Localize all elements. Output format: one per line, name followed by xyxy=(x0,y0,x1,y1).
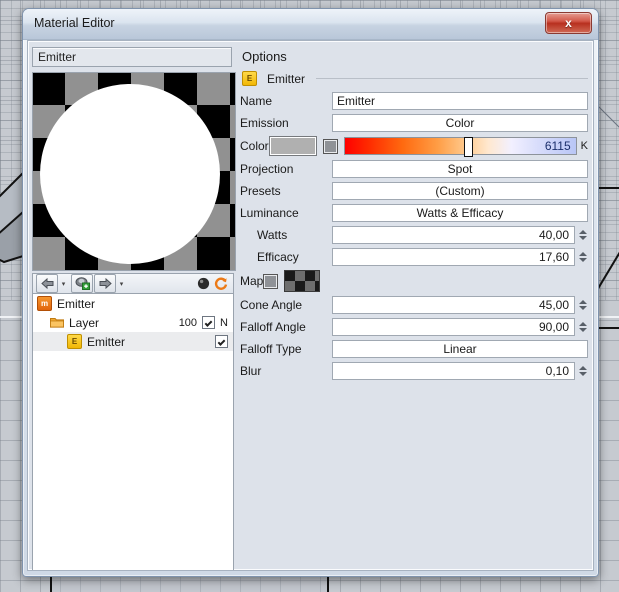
row-falloff-angle: Falloff Angle 90,00 xyxy=(240,318,588,336)
falloff-angle-stepper[interactable] xyxy=(577,318,588,336)
tree-toolbar: ▾ ▾ xyxy=(32,273,234,294)
blur-label: Blur xyxy=(240,364,262,378)
luminance-label: Luminance xyxy=(240,206,299,220)
refresh-icon[interactable] xyxy=(214,277,228,291)
name-input[interactable]: Emitter xyxy=(332,92,588,110)
material-name-input[interactable]: Emitter xyxy=(32,47,232,67)
forward-arrow-icon xyxy=(99,278,112,289)
back-button[interactable] xyxy=(36,274,58,293)
left-panel: Emitter ▾ ▾ m Emitter Layer 100 N E Emit… xyxy=(32,47,236,570)
preview-sphere xyxy=(40,84,220,264)
color-swatch[interactable] xyxy=(268,136,317,156)
layer-tree[interactable]: m Emitter Layer 100 N E Emitter xyxy=(32,293,234,570)
window-client-area: Emitter ▾ ▾ m Emitter Layer 100 N E Emit… xyxy=(27,40,594,571)
folder-icon xyxy=(50,317,64,328)
back-arrow-icon xyxy=(40,278,53,289)
row-watts: Watts 40,00 xyxy=(240,226,588,244)
preview-sphere-icon[interactable] xyxy=(197,277,210,290)
emitter-icon: E xyxy=(242,71,257,86)
viewport-object-right xyxy=(596,92,619,382)
cone-angle-label: Cone Angle xyxy=(240,298,303,312)
row-emission: Emission Color xyxy=(240,114,588,132)
options-panel: Options E Emitter Name Emitter Emission … xyxy=(240,47,588,563)
row-name: Name Emitter xyxy=(240,92,588,110)
kelvin-value: 6115 xyxy=(544,139,571,153)
emitter-section-header: E Emitter xyxy=(242,71,588,86)
presets-label: Presets xyxy=(240,184,281,198)
row-blur: Blur 0,10 xyxy=(240,362,588,380)
tree-row[interactable]: E Emitter xyxy=(33,332,233,351)
tree-item-label: Emitter xyxy=(57,296,96,311)
projection-label: Projection xyxy=(240,162,294,176)
window-titlebar[interactable]: Material Editor x xyxy=(23,9,598,40)
add-layer-icon xyxy=(75,277,90,290)
kelvin-unit-label: K xyxy=(580,140,588,152)
forward-dropdown-caret[interactable]: ▾ xyxy=(117,275,126,292)
color-picker-button[interactable] xyxy=(322,138,338,154)
tree-row-controls[interactable] xyxy=(215,335,228,348)
falloff-type-label: Falloff Type xyxy=(240,342,302,356)
falloff-angle-label: Falloff Angle xyxy=(240,320,306,334)
section-divider xyxy=(316,78,588,79)
close-icon: x xyxy=(565,16,572,30)
cone-angle-input[interactable]: 45,00 xyxy=(332,296,575,314)
close-button[interactable]: x xyxy=(545,12,592,34)
falloff-type-dropdown[interactable]: Linear xyxy=(332,340,588,358)
efficacy-label: Efficacy xyxy=(257,250,299,264)
add-layer-button[interactable] xyxy=(71,274,93,293)
tree-row-controls[interactable]: 100 N xyxy=(179,316,228,329)
projection-dropdown[interactable]: Spot xyxy=(332,160,588,178)
row-projection: Projection Spot xyxy=(240,160,588,178)
watts-stepper[interactable] xyxy=(577,226,588,244)
row-falloff-type: Falloff Type Linear xyxy=(240,340,588,358)
back-dropdown-caret[interactable]: ▾ xyxy=(59,275,68,292)
emission-dropdown[interactable]: Color xyxy=(332,114,588,132)
blur-input[interactable]: 0,10 xyxy=(332,362,575,380)
kelvin-slider[interactable]: 6115 xyxy=(343,137,577,157)
layer-opacity-value: 100 xyxy=(178,316,198,329)
tree-item-label: Emitter xyxy=(87,334,126,349)
layer-visibility-checkbox[interactable] xyxy=(202,316,216,329)
presets-dropdown[interactable]: (Custom) xyxy=(332,182,588,200)
layer-mode-flag: N xyxy=(220,316,228,329)
cone-angle-stepper[interactable] xyxy=(577,296,588,314)
material-icon: m xyxy=(37,296,52,311)
falloff-angle-input[interactable]: 90,00 xyxy=(332,318,575,336)
emission-label: Emission xyxy=(240,116,289,130)
emitter-section-title: Emitter xyxy=(267,71,306,86)
efficacy-input[interactable]: 17,60 xyxy=(332,248,575,266)
efficacy-stepper[interactable] xyxy=(577,248,588,266)
tree-row[interactable]: m Emitter xyxy=(33,294,233,313)
row-efficacy: Efficacy 17,60 xyxy=(240,248,588,266)
tree-row[interactable]: Layer 100 N xyxy=(33,313,233,332)
window-title: Material Editor xyxy=(34,16,115,30)
material-editor-window: Material Editor x Emitter ▾ ▾ m Emitter … xyxy=(22,8,599,577)
name-label: Name xyxy=(240,94,273,108)
blur-stepper[interactable] xyxy=(577,362,588,380)
color-label: Color xyxy=(240,139,269,153)
map-thumbnail[interactable] xyxy=(284,270,321,292)
map-toggle-button[interactable] xyxy=(263,273,279,289)
row-luminance: Luminance Watts & Efficacy xyxy=(240,204,588,222)
kelvin-slider-handle[interactable] xyxy=(463,137,473,157)
tree-item-label: Layer xyxy=(69,315,100,330)
emitter-enabled-checkbox[interactable] xyxy=(215,335,228,348)
luminance-dropdown[interactable]: Watts & Efficacy xyxy=(332,204,588,222)
map-label: Map xyxy=(240,274,264,288)
row-cone-angle: Cone Angle 45,00 xyxy=(240,296,588,314)
options-title: Options xyxy=(242,49,287,64)
watts-input[interactable]: 40,00 xyxy=(332,226,575,244)
material-preview[interactable] xyxy=(32,72,236,271)
row-map: Map xyxy=(240,270,588,292)
watts-label: Watts xyxy=(257,228,288,242)
emitter-icon: E xyxy=(67,334,82,349)
row-color: Color 6115 K xyxy=(240,136,588,157)
row-presets: Presets (Custom) xyxy=(240,182,588,200)
forward-button[interactable] xyxy=(94,274,116,293)
